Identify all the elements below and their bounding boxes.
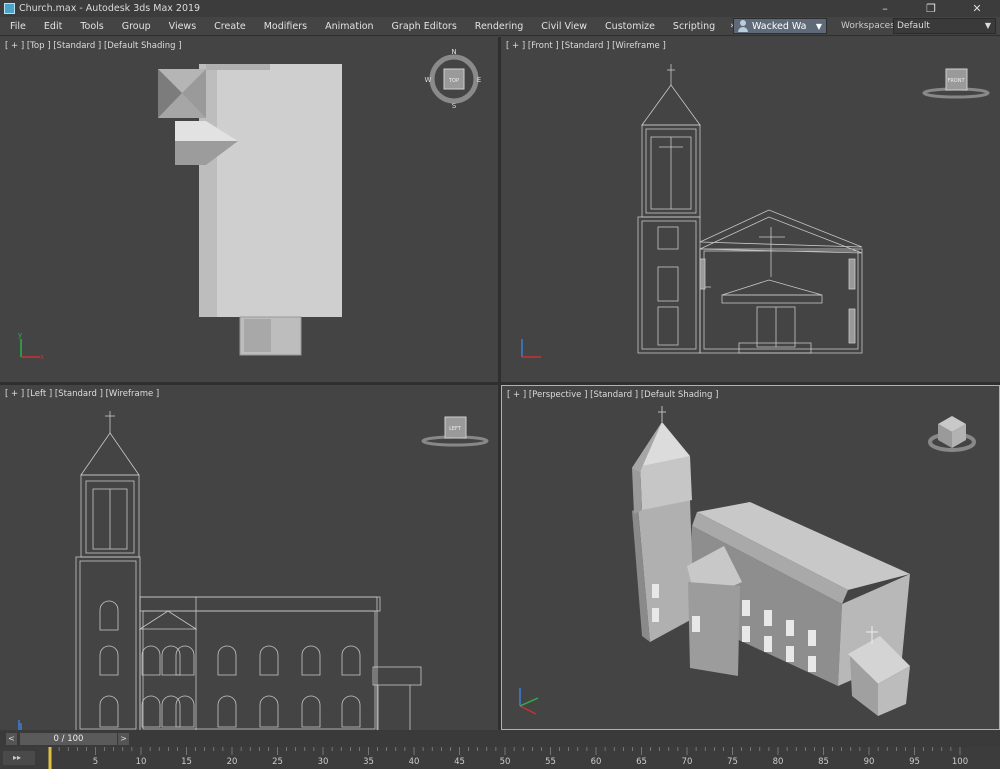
user-icon	[738, 20, 748, 32]
app-icon	[4, 3, 15, 14]
menu-bar: File Edit Tools Group Views Create Modif…	[0, 17, 1000, 36]
menu-graph-editors[interactable]: Graph Editors	[383, 21, 466, 32]
menu-views[interactable]: Views	[160, 21, 206, 32]
ruler-tick-label: 70	[681, 757, 693, 767]
ruler-tick-label: 35	[363, 757, 374, 767]
menu-create[interactable]: Create	[205, 21, 255, 32]
front-view-wireframe	[521, 64, 863, 358]
ruler-tick-label: 65	[636, 757, 647, 767]
menu-rendering[interactable]: Rendering	[466, 21, 533, 32]
menu-modifiers[interactable]: Modifiers	[255, 21, 316, 32]
ruler-tick-label: 60	[590, 757, 602, 767]
minimize-button[interactable]: –	[862, 0, 908, 17]
trackbar-toggle-icon[interactable]: ▸▸	[3, 751, 35, 765]
ruler-tick-label: 90	[863, 757, 875, 767]
ruler-tick-label: 80	[772, 757, 784, 767]
user-name: Wacked Wa	[752, 20, 807, 32]
ruler-tick-label: 95	[909, 757, 920, 767]
maximize-button[interactable]: ❐	[908, 0, 954, 17]
ruler-tick-label: 20	[226, 757, 238, 767]
window-title: Church.max - Autodesk 3ds Max 2019	[19, 3, 201, 14]
menu-file[interactable]: File	[0, 21, 35, 32]
viewport-front[interactable]: [ + ] [Front ] [Standard ] [Wireframe ] …	[501, 37, 1000, 382]
ruler-tick-label: 45	[454, 757, 465, 767]
menu-customize[interactable]: Customize	[596, 21, 664, 32]
viewport-perspective[interactable]: [ + ] [Perspective ] [Standard ] [Defaul…	[501, 385, 1000, 730]
window-controls: – ❐ ✕	[862, 0, 1000, 17]
workspace-select[interactable]: Default ▼	[893, 18, 996, 34]
viewport-top[interactable]: y x [ + ] [Top ] [Standard ] [Default Sh…	[0, 37, 498, 382]
ruler-tick-label: 30	[317, 757, 329, 767]
viewport-area: y x [ + ] [Top ] [Standard ] [Default Sh…	[0, 37, 1000, 730]
ruler-tick-label: 75	[727, 757, 738, 767]
perspective-view-model	[519, 406, 910, 716]
chevron-down-icon: ▼	[815, 21, 822, 31]
time-slider-bar: < 0 / 100 >	[0, 730, 1000, 747]
next-frame-button[interactable]: >	[118, 733, 129, 745]
svg-text:x: x	[40, 353, 44, 361]
viewport-label-top[interactable]: [ + ] [Top ] [Standard ] [Default Shadin…	[5, 41, 182, 51]
axis-gizmo-left	[18, 720, 20, 730]
workspace-value: Default	[897, 21, 930, 31]
ruler-tick-label: 25	[272, 757, 283, 767]
menu-edit[interactable]: Edit	[35, 21, 71, 32]
menu-group[interactable]: Group	[113, 21, 160, 32]
track-bar[interactable]: ▸▸ 5 10 15 20 25 30 35 40 45 50 55 60 65 70 75 80 85 90 95…	[0, 747, 1000, 769]
top-view-model: y x	[18, 64, 342, 361]
workspaces-label: Workspaces:	[841, 21, 898, 31]
viewport-label-left[interactable]: [ + ] [Left ] [Standard ] [Wireframe ]	[5, 389, 159, 399]
previous-frame-button[interactable]: <	[6, 733, 17, 745]
ruler-tick-label: 10	[135, 757, 147, 767]
time-slider[interactable]: 0 / 100	[20, 733, 117, 745]
chevron-down-icon: ▼	[984, 21, 991, 30]
close-button[interactable]: ✕	[954, 0, 1000, 17]
viewport-label-perspective[interactable]: [ + ] [Perspective ] [Standard ] [Defaul…	[507, 390, 718, 400]
ruler-tick-label: 50	[499, 757, 511, 767]
title-bar: Church.max - Autodesk 3ds Max 2019 – ❐ ✕	[0, 0, 1000, 17]
current-frame-marker	[48, 747, 52, 769]
user-account-dropdown[interactable]: Wacked Wa ▼	[733, 18, 827, 34]
menu-scripting[interactable]: Scripting	[664, 21, 724, 32]
ruler-tick-label: 15	[181, 757, 192, 767]
ruler-tick-label: 100	[951, 757, 969, 767]
viewport-label-front[interactable]: [ + ] [Front ] [Standard ] [Wireframe ]	[506, 41, 666, 51]
svg-text:y: y	[18, 331, 22, 339]
viewport-left[interactable]: [ + ] [Left ] [Standard ] [Wireframe ] L…	[0, 385, 498, 730]
ruler-tick-label: 40	[408, 757, 420, 767]
menu-tools[interactable]: Tools	[71, 21, 112, 32]
ruler-tick-label: 55	[545, 757, 556, 767]
menu-animation[interactable]: Animation	[316, 21, 382, 32]
ruler-tick-label: 85	[818, 757, 829, 767]
menu-civil-view[interactable]: Civil View	[532, 21, 596, 32]
ruler-tick-label: 5	[92, 757, 99, 767]
